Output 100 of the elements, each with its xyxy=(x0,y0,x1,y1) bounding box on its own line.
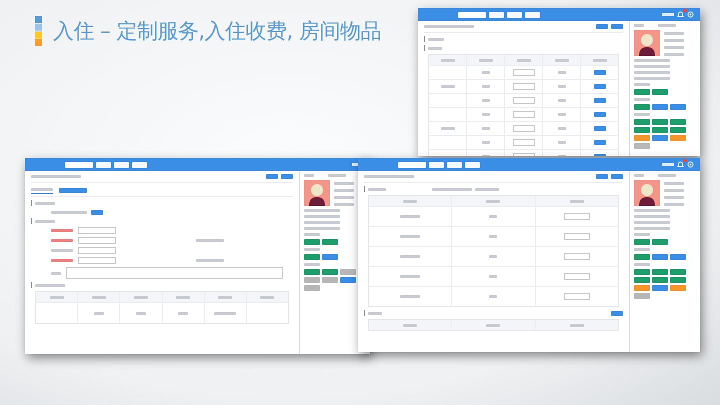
blurred-text xyxy=(658,24,676,27)
panel-button[interactable] xyxy=(670,254,686,260)
panel-button[interactable] xyxy=(322,269,338,275)
blurred-text xyxy=(664,182,684,185)
input-field[interactable] xyxy=(564,273,590,280)
panel-button[interactable] xyxy=(652,127,668,133)
panel-button[interactable] xyxy=(670,135,686,141)
panel-button[interactable] xyxy=(634,127,650,133)
blurred-text xyxy=(403,324,418,326)
settings-icon[interactable] xyxy=(687,11,694,18)
panel-button[interactable] xyxy=(634,285,650,291)
bell-icon[interactable] xyxy=(677,11,684,18)
panel-button[interactable] xyxy=(304,277,320,283)
small-button[interactable] xyxy=(91,210,103,214)
panel-button[interactable] xyxy=(634,293,650,299)
input-field[interactable] xyxy=(512,83,534,90)
input-field[interactable] xyxy=(512,125,534,132)
panel-button[interactable] xyxy=(634,135,650,141)
input-field[interactable] xyxy=(564,293,590,300)
search-field[interactable] xyxy=(398,162,426,168)
input-field[interactable] xyxy=(78,257,116,264)
small-button[interactable] xyxy=(594,126,606,131)
small-button[interactable] xyxy=(594,140,606,145)
search-field[interactable] xyxy=(65,162,93,168)
tab[interactable] xyxy=(31,186,53,194)
panel-button[interactable] xyxy=(304,285,320,291)
panel-button[interactable] xyxy=(634,104,650,110)
small-button[interactable] xyxy=(594,98,606,103)
small-button[interactable] xyxy=(594,84,606,89)
panel-button[interactable] xyxy=(670,104,686,110)
input-field[interactable] xyxy=(564,253,590,260)
panel-button[interactable] xyxy=(652,239,668,245)
toolbar-button[interactable] xyxy=(96,162,111,168)
blurred-text xyxy=(304,215,340,218)
toolbar-button[interactable] xyxy=(114,162,129,168)
blurred-text xyxy=(440,58,454,62)
small-button[interactable] xyxy=(611,310,623,316)
input-field[interactable] xyxy=(512,139,534,146)
toolbar-button[interactable] xyxy=(465,162,480,168)
toolbar-button[interactable] xyxy=(132,162,147,168)
panel-button[interactable] xyxy=(634,277,650,283)
input-field[interactable] xyxy=(512,97,534,104)
toolbar-button[interactable] xyxy=(489,12,504,18)
panel-button[interactable] xyxy=(634,239,650,245)
blurred-text xyxy=(35,284,65,286)
panel-button[interactable] xyxy=(634,143,650,149)
toolbar-button[interactable] xyxy=(429,162,444,168)
toolbar-button[interactable] xyxy=(447,162,462,168)
toolbar-button[interactable] xyxy=(507,12,522,18)
panel-button[interactable] xyxy=(670,285,686,291)
panel-button[interactable] xyxy=(670,269,686,275)
panel-button[interactable] xyxy=(322,254,338,260)
panel-button[interactable] xyxy=(304,254,320,260)
input-field[interactable] xyxy=(78,227,116,234)
panel-button[interactable] xyxy=(670,127,686,133)
panel-button[interactable] xyxy=(652,269,668,275)
search-field[interactable] xyxy=(458,12,486,18)
panel-button[interactable] xyxy=(322,239,338,245)
panel-button[interactable] xyxy=(322,277,338,283)
blurred-text xyxy=(664,196,684,199)
blurred-text xyxy=(634,71,670,74)
settings-icon[interactable] xyxy=(687,161,694,168)
panel-button[interactable] xyxy=(652,104,668,110)
blurred-text xyxy=(634,233,650,236)
input-field[interactable] xyxy=(512,69,534,76)
panel-button[interactable] xyxy=(652,285,668,291)
panel-button[interactable] xyxy=(652,135,668,141)
panel-button[interactable] xyxy=(652,277,668,283)
panel-button[interactable] xyxy=(670,119,686,125)
bell-icon[interactable] xyxy=(677,161,684,168)
panel-button[interactable] xyxy=(340,269,356,275)
toolbar-button[interactable] xyxy=(525,12,540,18)
small-button[interactable] xyxy=(594,70,606,75)
panel-button[interactable] xyxy=(340,277,356,283)
panel-button[interactable] xyxy=(652,89,668,95)
input-field[interactable] xyxy=(512,111,534,118)
input-field[interactable] xyxy=(564,213,590,220)
panel-button[interactable] xyxy=(304,269,320,275)
panel-button[interactable] xyxy=(634,89,650,95)
small-button[interactable] xyxy=(594,112,606,117)
blurred-text xyxy=(558,113,566,116)
blurred-text xyxy=(634,248,650,251)
panel-button[interactable] xyxy=(634,119,650,125)
blurred-text xyxy=(218,296,232,298)
input-field[interactable] xyxy=(78,237,116,244)
panel-button[interactable] xyxy=(634,254,650,260)
small-button[interactable] xyxy=(59,188,87,192)
panel-button[interactable] xyxy=(652,254,668,260)
panel-button[interactable] xyxy=(670,277,686,283)
section-marker xyxy=(31,282,32,288)
input-field[interactable] xyxy=(564,233,590,240)
panel-button[interactable] xyxy=(304,239,320,245)
input-field[interactable] xyxy=(78,247,116,254)
panel-button[interactable] xyxy=(634,269,650,275)
blurred-text xyxy=(304,227,340,230)
panel-button[interactable] xyxy=(652,119,668,125)
blurred-text xyxy=(634,113,650,116)
blurred-text xyxy=(658,174,676,177)
blurred-text xyxy=(51,229,73,232)
text-area[interactable] xyxy=(66,267,283,279)
